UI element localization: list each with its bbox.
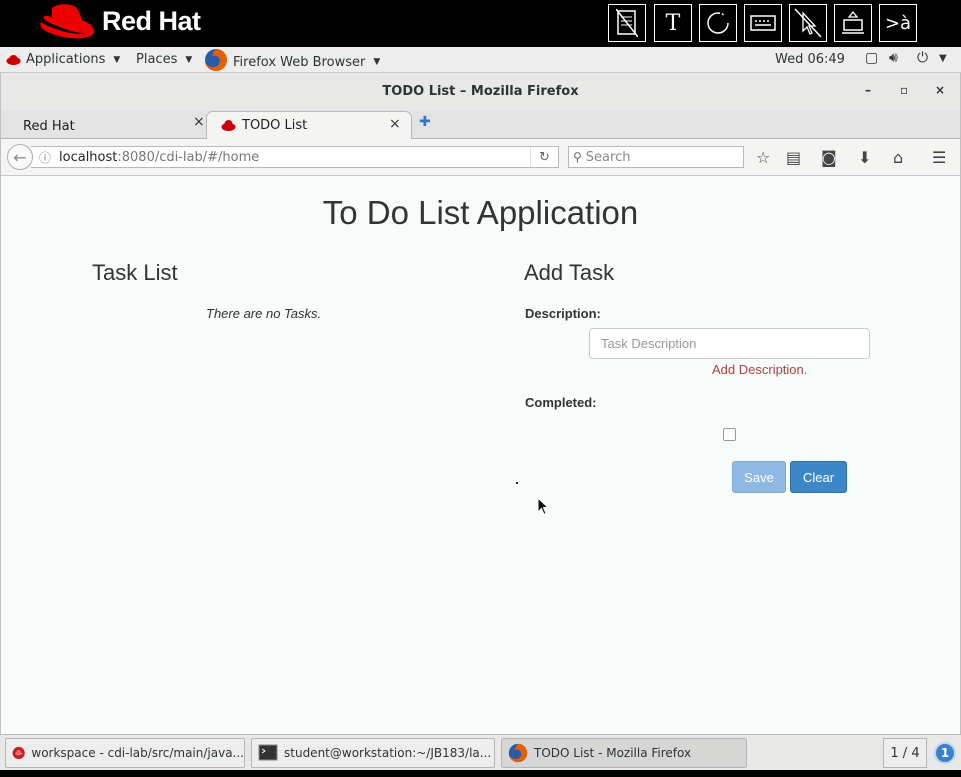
power-icon[interactable]: ⏻ bbox=[917, 50, 928, 66]
tab-close-icon[interactable]: × bbox=[389, 116, 401, 132]
pocket-icon[interactable]: ◙ bbox=[821, 148, 837, 167]
terminal-icon bbox=[258, 744, 278, 761]
clock[interactable]: Wed 06:49 bbox=[775, 52, 845, 67]
reload-icon[interactable]: ↻ bbox=[530, 147, 558, 167]
chevron-down-icon: ▼ bbox=[185, 54, 193, 65]
mouse-disabled-icon bbox=[794, 8, 822, 38]
volume-icon[interactable]: 🔊︎ bbox=[889, 50, 898, 66]
add-task-heading: Add Task bbox=[524, 260, 615, 285]
applications-label: Applications bbox=[26, 52, 106, 67]
redhat-favicon-icon bbox=[221, 120, 236, 131]
document-icon bbox=[616, 9, 638, 37]
url-path: :8080/cdi-lab/#/home bbox=[117, 149, 260, 165]
completed-checkbox[interactable] bbox=[723, 428, 736, 441]
eclipse-redhat-icon bbox=[12, 746, 25, 760]
workspace-pager[interactable]: 1 / 4 bbox=[883, 738, 927, 768]
window-title: TODO List – Mozilla Firefox bbox=[382, 84, 579, 99]
downloads-icon[interactable]: ⬇ bbox=[858, 148, 871, 167]
completed-label: Completed: bbox=[525, 395, 597, 410]
eject-tool-button[interactable] bbox=[834, 4, 872, 42]
firefox-icon bbox=[508, 743, 528, 763]
redhat-logo-icon bbox=[40, 4, 95, 39]
chevron-down-icon: ▼ bbox=[113, 54, 121, 65]
tab-todo-list[interactable]: TODO List × bbox=[206, 111, 412, 140]
url-bar[interactable]: ⓘ localhost:8080/cdi-lab/#/home ↻ bbox=[31, 146, 559, 168]
description-input[interactable] bbox=[589, 328, 870, 359]
maximize-button[interactable]: ▫ bbox=[900, 83, 908, 97]
gnome-top-bar: Applications ▼ Places ▼ Firefox Web Browse… bbox=[0, 47, 961, 73]
search-icon: ⚲ bbox=[573, 150, 582, 164]
bottom-border bbox=[0, 770, 961, 777]
home-icon[interactable]: ⌂ bbox=[893, 148, 903, 167]
minimize-button[interactable]: – bbox=[865, 83, 871, 97]
firefox-app-label: Firefox Web Browser bbox=[233, 54, 366, 70]
mouse-tool-button[interactable] bbox=[789, 4, 827, 42]
empty-tasks-message: There are no Tasks. bbox=[206, 306, 322, 321]
url-host: localhost bbox=[59, 149, 118, 165]
text-tool-button[interactable]: T bbox=[654, 4, 692, 42]
tab-label: Red Hat bbox=[23, 119, 75, 134]
translate-tool-button[interactable]: >à bbox=[879, 4, 917, 42]
tab-close-icon[interactable]: × bbox=[193, 114, 205, 130]
tab-label: TODO List bbox=[242, 118, 308, 133]
description-error: Add Description. bbox=[712, 362, 808, 377]
places-label: Places bbox=[136, 52, 178, 67]
text-tool-icon: T bbox=[665, 10, 681, 36]
applications-menu[interactable]: Applications ▼ bbox=[6, 52, 120, 67]
hamburger-menu-icon[interactable]: ☰ bbox=[932, 148, 946, 167]
firefox-app-menu[interactable]: Firefox Web Browser ▼ bbox=[204, 48, 380, 72]
taskbar-item-label: workspace - cdi-lab/src/main/java... bbox=[31, 746, 244, 760]
notifications-badge[interactable]: 1 bbox=[934, 742, 956, 764]
keyboard-tool-button[interactable] bbox=[744, 4, 782, 42]
info-icon[interactable]: ⓘ bbox=[39, 149, 51, 166]
bookmark-star-icon[interactable]: ☆ bbox=[756, 148, 770, 167]
document-tool-button[interactable] bbox=[608, 4, 646, 42]
taskbar-item-firefox[interactable]: TODO List - Mozilla Firefox bbox=[501, 738, 747, 768]
places-menu[interactable]: Places ▼ bbox=[136, 52, 192, 67]
back-button[interactable]: ← bbox=[7, 144, 33, 170]
system-menu-chevron-icon[interactable]: ▼ bbox=[939, 53, 947, 64]
stray-dot bbox=[516, 482, 518, 484]
bottom-taskbar: workspace - cdi-lab/src/main/java... stu… bbox=[0, 734, 961, 770]
eject-icon bbox=[842, 10, 864, 34]
search-placeholder: Search bbox=[585, 149, 631, 165]
taskbar-item-terminal[interactable]: student@workstation:~/JB183/la... bbox=[251, 738, 495, 768]
page-content: To Do List Application Task List There a… bbox=[0, 176, 961, 734]
display-icon[interactable]: ▢ bbox=[865, 50, 878, 66]
clear-button[interactable]: Clear bbox=[790, 461, 847, 493]
window-titlebar: TODO List – Mozilla Firefox – ▫ × bbox=[0, 73, 961, 110]
description-label: Description: bbox=[525, 306, 601, 321]
close-window-button[interactable]: × bbox=[935, 83, 945, 97]
page-title: To Do List Application bbox=[322, 194, 639, 231]
back-arrow-icon: ← bbox=[13, 147, 27, 167]
taskbar-item-label: TODO List - Mozilla Firefox bbox=[534, 746, 692, 760]
tab-redhat[interactable]: Red Hat bbox=[23, 114, 75, 139]
translate-icon: >à bbox=[884, 12, 912, 34]
new-tab-icon[interactable]: ✚ bbox=[419, 114, 431, 130]
firefox-icon bbox=[205, 49, 227, 71]
keyboard-icon bbox=[750, 15, 776, 31]
navigation-bar: ⓘ localhost:8080/cdi-lab/#/home ↻ ← ⚲ Se… bbox=[0, 139, 961, 176]
taskbar-item-label: student@workstation:~/JB183/la... bbox=[284, 746, 492, 760]
redhat-brand-text: Red Hat bbox=[102, 6, 201, 36]
taskbar-item-eclipse[interactable]: workspace - cdi-lab/src/main/java... bbox=[5, 738, 245, 768]
redhat-banner: Red Hat T >à bbox=[0, 0, 961, 47]
tab-strip: Red Hat × TODO List × ✚ bbox=[0, 110, 961, 140]
refresh-circle-icon bbox=[707, 12, 729, 34]
chevron-down-icon: ▼ bbox=[373, 57, 381, 67]
refresh-tool-button[interactable] bbox=[699, 4, 737, 42]
reading-list-icon[interactable]: ▤ bbox=[786, 148, 801, 167]
task-list-heading: Task List bbox=[92, 260, 178, 285]
mouse-cursor-icon bbox=[537, 497, 550, 516]
redhat-small-icon bbox=[6, 54, 21, 65]
save-button[interactable]: Save bbox=[732, 461, 786, 493]
search-input[interactable]: ⚲ Search bbox=[568, 146, 744, 168]
